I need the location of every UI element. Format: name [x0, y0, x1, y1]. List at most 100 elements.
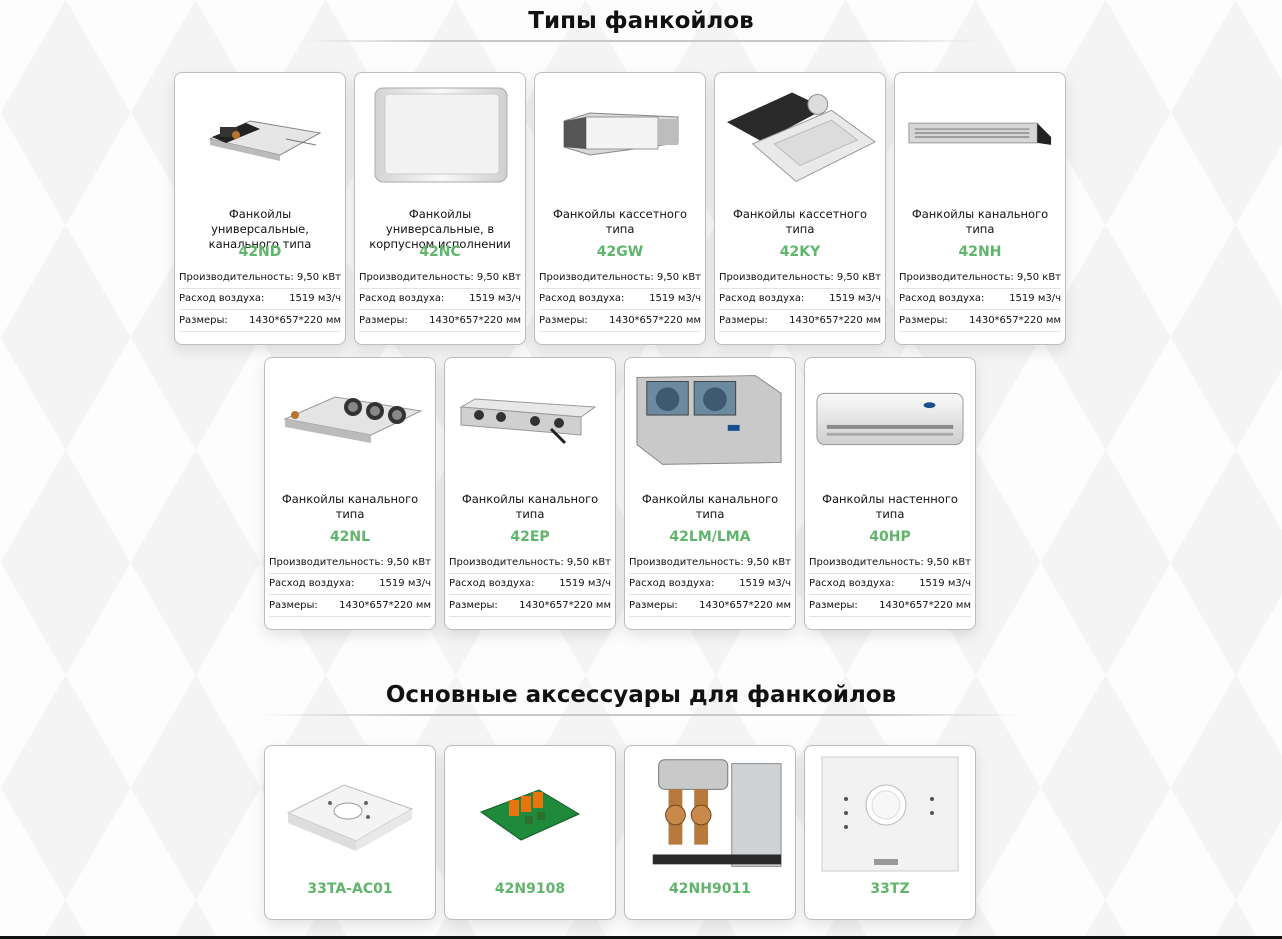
spec-airflow-label: Расход воздуха:: [449, 578, 535, 590]
product-model[interactable]: 42KY: [715, 244, 885, 260]
product-specs: Производительность: 9,50 кВт Расход возду…: [539, 267, 701, 332]
accessory-card[interactable]: 42N9108: [444, 745, 616, 920]
spec-dimensions-value: 1430*657*220 мм: [339, 599, 431, 611]
accessory-card[interactable]: 33TA-AC01: [264, 745, 436, 920]
product-card[interactable]: Фанкойлы канального типа 42NH Производит…: [894, 72, 1066, 345]
title-divider: [260, 714, 1022, 716]
accessory-model[interactable]: 42N9108: [445, 881, 615, 897]
accessory-model[interactable]: 42NH9011: [625, 881, 795, 897]
spec-capacity: Производительность: 9,50 кВт: [719, 267, 881, 289]
product-model[interactable]: 42ND: [175, 244, 345, 260]
spec-dimensions-value: 1430*657*220 мм: [609, 314, 701, 326]
spec-airflow: Расход воздуха: 1519 м3/ч: [809, 574, 971, 595]
product-specs: Производительность: 9,50 кВт Расход возду…: [179, 267, 341, 332]
spec-capacity: Производительность: 9,50 кВт: [629, 552, 791, 574]
spec-airflow-label: Расход воздуха:: [539, 293, 625, 305]
spec-airflow: Расход воздуха: 1519 м3/ч: [179, 289, 341, 310]
valve-kit-icon: [633, 754, 787, 874]
product-model[interactable]: 42GW: [535, 244, 705, 260]
spec-capacity-value: 9,50 кВт: [836, 271, 881, 283]
spec-airflow-value: 1519 м3/ч: [289, 293, 341, 305]
spec-capacity-label: Производительность:: [539, 271, 654, 283]
spec-capacity-label: Производительность:: [629, 556, 744, 568]
spec-dimensions-value: 1430*657*220 мм: [879, 599, 971, 611]
product-card[interactable]: Фанкойлы универсальные, канального типа …: [174, 72, 346, 345]
product-title: Фанкойлы кассетного типа: [732, 207, 868, 236]
spec-dimensions: Размеры: 1430*657*220 мм: [539, 310, 701, 332]
accessories-title: Основные аксессуары для фанкойлов: [385, 682, 897, 708]
spec-dimensions-label: Размеры:: [719, 314, 768, 326]
accessory-card[interactable]: 42NH9011: [624, 745, 796, 920]
spec-dimensions-value: 1430*657*220 мм: [969, 314, 1061, 326]
spec-dimensions-label: Размеры:: [809, 599, 858, 611]
spec-dimensions: Размеры: 1430*657*220 мм: [449, 595, 611, 617]
product-card[interactable]: Фанкойлы канального типа 42EP Производит…: [444, 357, 616, 630]
spec-airflow: Расход воздуха: 1519 м3/ч: [449, 574, 611, 595]
spec-dimensions-label: Размеры:: [449, 599, 498, 611]
spec-capacity-value: 9,50 кВт: [386, 556, 431, 568]
spec-airflow-value: 1519 м3/ч: [919, 578, 971, 590]
product-model[interactable]: 42NL: [265, 529, 435, 545]
relay-board-icon: [453, 754, 607, 874]
accessory-model[interactable]: 33TZ: [805, 881, 975, 897]
multi-outlet-fancoil-icon: [453, 364, 607, 474]
fancoil-types-title: Типы фанкойлов: [528, 8, 754, 34]
product-card[interactable]: Фанкойлы настенного типа 40HP Производит…: [804, 357, 976, 630]
spec-airflow-label: Расход воздуха:: [269, 578, 355, 590]
spec-airflow: Расход воздуха: 1519 м3/ч: [719, 289, 881, 310]
product-card[interactable]: Фанкойлы канального типа 42NL Производит…: [264, 357, 436, 630]
spec-dimensions: Размеры: 1430*657*220 мм: [179, 310, 341, 332]
spec-airflow-value: 1519 м3/ч: [1009, 293, 1061, 305]
product-model[interactable]: 40HP: [805, 529, 975, 545]
spec-capacity-label: Производительность:: [269, 556, 384, 568]
round-outlet-fancoil-icon: [273, 364, 427, 474]
spec-dimensions-value: 1430*657*220 мм: [429, 314, 521, 326]
product-model[interactable]: 42LM/LMA: [625, 529, 795, 545]
spec-dimensions-value: 1430*657*220 мм: [699, 599, 791, 611]
product-card[interactable]: Фанкойлы кассетного типа 42GW Производит…: [534, 72, 706, 345]
spec-capacity: Производительность: 9,50 кВт: [179, 267, 341, 289]
spec-capacity-label: Производительность:: [449, 556, 564, 568]
spec-capacity-label: Производительность:: [359, 271, 474, 283]
product-card[interactable]: Фанкойлы кассетного типа 42KY Производит…: [714, 72, 886, 345]
cabinet-fancoil-icon: [363, 79, 517, 189]
spec-dimensions-label: Размеры:: [629, 599, 678, 611]
product-title: Фанкойлы кассетного типа: [552, 207, 688, 236]
spec-airflow-label: Расход воздуха:: [359, 293, 445, 305]
product-model[interactable]: 42NC: [355, 244, 525, 260]
product-specs: Производительность: 9,50 кВт Расход возду…: [719, 267, 881, 332]
wall-fancoil-icon: [813, 364, 967, 474]
spec-dimensions: Размеры: 1430*657*220 мм: [269, 595, 431, 617]
spec-capacity: Производительность: 9,50 кВт: [269, 552, 431, 574]
spec-capacity-value: 9,50 кВт: [566, 556, 611, 568]
spec-capacity-value: 9,50 кВт: [926, 556, 971, 568]
spec-dimensions-label: Размеры:: [359, 314, 408, 326]
spec-dimensions-label: Размеры:: [179, 314, 228, 326]
cassette-fancoil-icon: [543, 79, 697, 189]
spec-capacity-value: 9,50 кВт: [1016, 271, 1061, 283]
spec-capacity-value: 9,50 кВт: [476, 271, 521, 283]
spec-dimensions: Размеры: 1430*657*220 мм: [629, 595, 791, 617]
cassette-panel-fancoil-icon: [723, 79, 877, 189]
product-model[interactable]: 42NH: [895, 244, 1065, 260]
spec-airflow-label: Расход воздуха:: [809, 578, 895, 590]
product-specs: Производительность: 9,50 кВт Расход возду…: [449, 552, 611, 617]
product-title: Фанкойлы канального типа: [281, 492, 419, 521]
accessory-model[interactable]: 33TA-AC01: [265, 881, 435, 897]
spec-capacity-value: 9,50 кВт: [746, 556, 791, 568]
spec-airflow: Расход воздуха: 1519 м3/ч: [899, 289, 1061, 310]
spec-dimensions: Размеры: 1430*657*220 мм: [809, 595, 971, 617]
product-title: Фанкойлы настенного типа: [822, 492, 958, 521]
spec-dimensions-label: Размеры:: [539, 314, 588, 326]
spec-capacity-label: Производительность:: [719, 271, 834, 283]
title-divider: [300, 40, 982, 42]
spec-capacity: Производительность: 9,50 кВт: [899, 267, 1061, 289]
product-title: Фанкойлы канального типа: [911, 207, 1049, 236]
accessory-card[interactable]: 33TZ: [804, 745, 976, 920]
product-card[interactable]: Фанкойлы канального типа 42LM/LMA Произв…: [624, 357, 796, 630]
product-model[interactable]: 42EP: [445, 529, 615, 545]
spec-capacity: Производительность: 9,50 кВт: [359, 267, 521, 289]
product-card[interactable]: Фанкойлы универсальные, в корпусном испо…: [354, 72, 526, 345]
spec-airflow: Расход воздуха: 1519 м3/ч: [539, 289, 701, 310]
spec-capacity-label: Производительность:: [809, 556, 924, 568]
